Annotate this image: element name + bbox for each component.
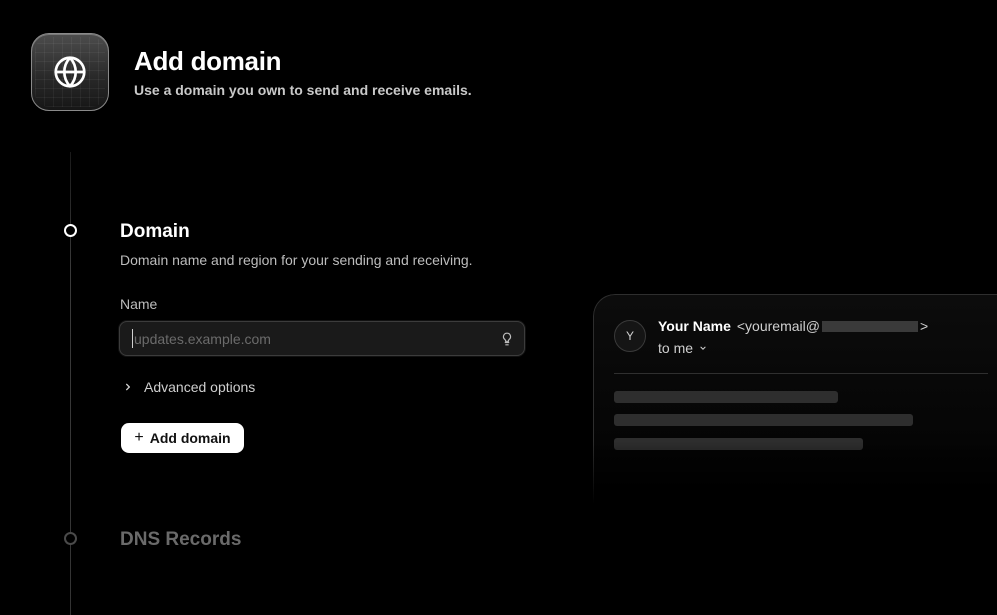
add-domain-button-label: Add domain: [149, 430, 231, 446]
recipient-label: to me: [658, 340, 694, 356]
sender-name: Your Name: [658, 318, 731, 334]
sender-email-prefix: <youremail@: [736, 318, 820, 334]
advanced-options-toggle[interactable]: Advanced options: [120, 379, 255, 395]
email-recipient-toggle[interactable]: to me: [658, 340, 708, 356]
domain-name-input[interactable]: [132, 329, 492, 348]
sender-avatar: Y: [614, 320, 646, 352]
add-domain-button[interactable]: + Add domain: [121, 423, 244, 453]
email-body-placeholder-line: [614, 438, 863, 450]
sender-email-suffix: >: [919, 318, 929, 334]
plus-icon: +: [134, 428, 144, 446]
step-title-domain: Domain: [120, 221, 190, 242]
advanced-options-label: Advanced options: [144, 379, 256, 395]
step-indicator-domain: [64, 224, 77, 237]
step-indicator-dns-records: [64, 532, 77, 545]
step-title-dns-records: DNS Records: [120, 529, 242, 550]
email-body-placeholder-line: [614, 414, 913, 426]
name-field-label: Name: [120, 296, 158, 312]
chevron-right-icon: [126, 383, 130, 391]
email-from-line: Your Name <youremail@ >: [658, 318, 928, 334]
name-field-wrapper: [119, 321, 525, 356]
chevron-down-icon: [700, 346, 706, 350]
step-description-domain: Domain name and region for your sending …: [120, 252, 473, 268]
email-body-placeholder-line: [614, 391, 838, 403]
lightbulb-icon[interactable]: [500, 331, 514, 347]
globe-icon: [54, 56, 86, 88]
add-domain-page: Add domain Use a domain you own to send …: [0, 0, 997, 615]
email-divider: [614, 373, 988, 374]
app-icon-tile: [31, 33, 109, 111]
email-preview-card: Y Your Name <youremail@ > to me: [593, 294, 997, 504]
timeline-line: [70, 152, 71, 615]
redacted-domain-block: [821, 320, 918, 332]
page-title: Add domain: [134, 46, 282, 76]
page-subtitle: Use a domain you own to send and receive…: [134, 82, 472, 98]
